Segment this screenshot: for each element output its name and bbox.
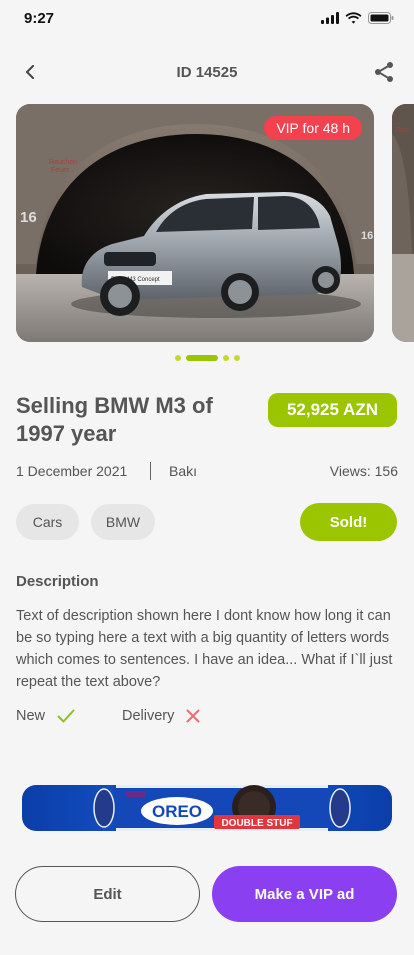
svg-text:Rauchen: Rauchen [49, 159, 77, 166]
description-text: Text of description shown here I dont kn… [16, 608, 393, 690]
svg-text:16: 16 [20, 209, 37, 226]
oreo-banner-image: OREO DOUBLE STUF [22, 785, 392, 831]
tag-category[interactable]: Cars [16, 504, 79, 540]
ad-id-title: ID 14525 [176, 64, 238, 81]
wifi-icon [345, 12, 362, 24]
listing-title: Selling BMW M3 of 1997 year [16, 393, 213, 446]
svg-text:16: 16 [361, 230, 373, 242]
description-heading: Description [16, 573, 99, 590]
feature-list: New Delivery [16, 708, 398, 730]
banner-brand: OREO [152, 802, 202, 821]
battery-icon [368, 12, 394, 24]
feature-delivery-label: Delivery [122, 708, 175, 724]
carousel-dot-active[interactable] [185, 355, 218, 361]
status-time: 9:27 [24, 10, 55, 27]
carousel-indicator [0, 355, 414, 361]
cellular-signal-icon [321, 12, 339, 24]
status-bar: 9:27 [0, 0, 414, 40]
share-icon [375, 62, 393, 82]
listing-meta: 1 December 2021 Bakı Views: 156 [16, 462, 398, 482]
status-icons [321, 12, 394, 24]
svg-text:Feuer: Feuer [51, 167, 70, 174]
tag-brand[interactable]: BMW [91, 504, 155, 540]
meta-divider [150, 462, 151, 480]
next-photo-peek[interactable]: Rau [392, 104, 414, 342]
next-photo-image: Rau [392, 104, 414, 342]
price-badge: 52,925 AZN [267, 393, 397, 427]
feature-new-label: New [16, 708, 46, 724]
ad-banner[interactable]: OREO DOUBLE STUF [22, 785, 392, 831]
cross-icon [186, 709, 200, 723]
share-button[interactable] [372, 60, 396, 84]
banner-subtext: DOUBLE STUF [221, 818, 292, 829]
vip-badge: VIP for 48 h [264, 116, 362, 140]
svg-text:Rau: Rau [396, 127, 409, 134]
feature-new: New [16, 708, 75, 724]
sold-status-button[interactable]: Sold! [300, 503, 397, 541]
check-icon [57, 709, 75, 723]
carousel-dot[interactable] [222, 355, 229, 361]
make-vip-ad-button[interactable]: Make a VIP ad [212, 866, 397, 922]
carousel-dot[interactable] [174, 355, 181, 361]
edit-button[interactable]: Edit [15, 866, 200, 922]
car-photo[interactable]: Rauchen Feuer 16 16 BMW M3 Concept VIP f… [16, 104, 374, 342]
carousel-dot[interactable] [233, 355, 240, 361]
photo-carousel[interactable]: Rauchen Feuer 16 16 BMW M3 Concept VIP f… [0, 104, 414, 342]
listing-city: Bakı [169, 463, 198, 479]
view-count: Views: 156 [329, 463, 398, 479]
feature-delivery: Delivery [122, 708, 200, 724]
listing-date: 1 December 2021 [16, 463, 128, 479]
top-bar: ID 14525 [0, 56, 414, 88]
